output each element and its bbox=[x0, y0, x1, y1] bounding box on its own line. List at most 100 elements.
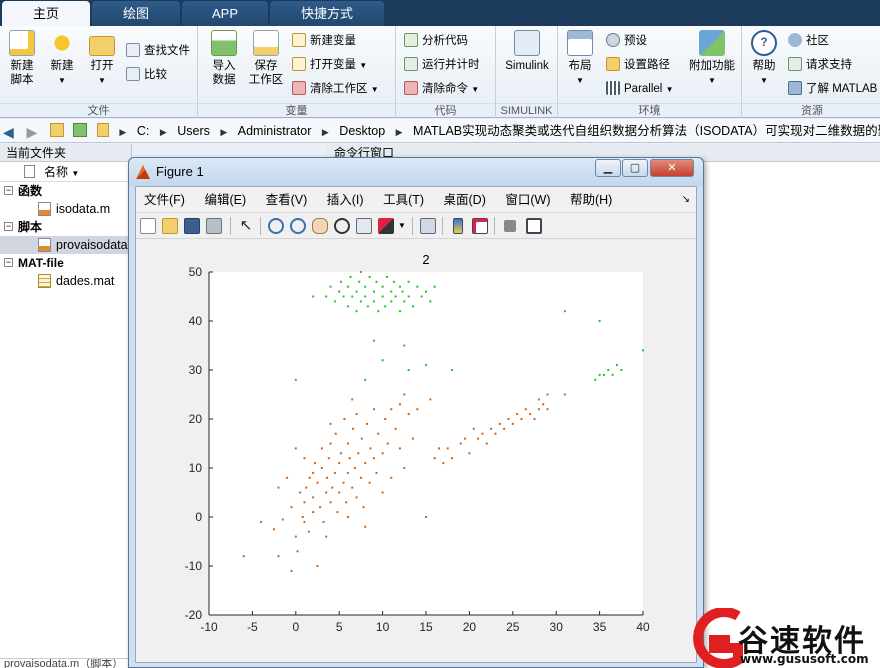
current-folder-title: 当前文件夹 bbox=[0, 144, 131, 162]
data-point bbox=[429, 398, 432, 401]
breadcrumb-item[interactable]: Administrator bbox=[238, 119, 312, 142]
data-point bbox=[407, 295, 410, 298]
menu-file[interactable]: 文件(F) bbox=[144, 187, 185, 213]
browse-folder-icon[interactable] bbox=[73, 123, 88, 137]
learn-matlab-button[interactable]: 了解 MATLAB bbox=[788, 80, 877, 98]
data-point bbox=[299, 491, 302, 494]
legend-icon[interactable] bbox=[472, 218, 488, 234]
ribbon: 新建 脚本 新建 ▼ 打开 ▼ 查找文件 比较 文件 导入 数据 保存 工作区 新建… bbox=[0, 26, 880, 118]
forward-arrow-icon[interactable]: ▶ bbox=[26, 125, 40, 139]
back-arrow-icon[interactable]: ◀ bbox=[3, 125, 17, 139]
save-workspace-button[interactable]: 保存 工作区 bbox=[246, 30, 286, 87]
addons-button[interactable]: 附加功能 ▼ bbox=[686, 30, 738, 88]
new-script-button[interactable]: 新建 脚本 bbox=[4, 30, 40, 87]
import-data-button[interactable]: 导入 数据 bbox=[206, 30, 242, 87]
data-point bbox=[385, 275, 388, 278]
collapse-icon[interactable]: − bbox=[4, 258, 13, 267]
data-point bbox=[425, 364, 427, 367]
group-simulink-label: SIMULINK bbox=[496, 103, 557, 117]
menu-edit[interactable]: 编辑(E) bbox=[204, 187, 246, 213]
maximize-button[interactable]: ▢ bbox=[622, 159, 648, 177]
figure-window[interactable]: Figure 1 ▁ ▢ ✕ 文件(F) 编辑(E) 查看(V) 插入(I) 工… bbox=[128, 157, 704, 668]
menu-tools[interactable]: 工具(T) bbox=[383, 187, 424, 213]
minimize-button[interactable]: ▁ bbox=[595, 159, 621, 177]
data-point bbox=[360, 437, 363, 440]
breadcrumb-item[interactable]: Users bbox=[177, 119, 210, 142]
close-button[interactable]: ✕ bbox=[650, 159, 694, 177]
pointer-icon[interactable]: ↖ bbox=[238, 218, 254, 234]
data-point bbox=[425, 290, 427, 293]
tab-plots[interactable]: 绘图 bbox=[92, 1, 180, 26]
breadcrumb-item[interactable]: MATLAB实现动态聚类或迭代自组织数据分析算法（ISODATA）可实现对二维数… bbox=[413, 119, 880, 142]
pan-hand-icon[interactable] bbox=[312, 218, 328, 234]
save-icon[interactable] bbox=[184, 218, 200, 234]
file-item[interactable]: dades.mat bbox=[0, 272, 131, 290]
community-button[interactable]: 社区 bbox=[788, 32, 829, 50]
brush-icon[interactable] bbox=[378, 218, 394, 234]
open-button[interactable]: 打开 ▼ bbox=[84, 30, 120, 88]
data-point bbox=[594, 378, 597, 381]
section-matfiles[interactable]: − MAT-file bbox=[0, 254, 131, 272]
breadcrumb-item[interactable]: C: bbox=[137, 119, 150, 142]
rotate-3d-icon[interactable] bbox=[334, 218, 350, 234]
layout-button[interactable]: 布局 ▼ bbox=[562, 30, 598, 88]
data-point bbox=[620, 369, 623, 371]
x-tick-label: 40 bbox=[636, 620, 650, 634]
show-plot-tools-icon[interactable] bbox=[526, 218, 542, 234]
toolbar-separator bbox=[260, 217, 261, 235]
data-cursor-icon[interactable] bbox=[356, 218, 372, 234]
set-path-button[interactable]: 设置路径 bbox=[606, 56, 670, 74]
section-scripts[interactable]: − 脚本 bbox=[0, 218, 131, 236]
print-icon[interactable] bbox=[206, 218, 222, 234]
preferences-button[interactable]: 预设 bbox=[606, 32, 647, 50]
collapse-icon[interactable]: − bbox=[4, 186, 13, 195]
up-folder-icon[interactable] bbox=[49, 123, 64, 137]
parallel-button[interactable]: Parallel ▼ bbox=[606, 80, 673, 98]
run-and-time-button[interactable]: 运行并计时 bbox=[404, 56, 480, 74]
clear-commands-label: 清除命令 bbox=[422, 83, 468, 95]
folder-root-icon[interactable] bbox=[96, 123, 109, 137]
menubar-arrow-icon[interactable]: ↘ bbox=[682, 187, 690, 213]
menu-help[interactable]: 帮助(H) bbox=[570, 187, 612, 213]
simulink-button[interactable]: Simulink bbox=[500, 30, 554, 73]
data-point bbox=[511, 422, 514, 425]
file-item[interactable]: isodata.m bbox=[0, 200, 131, 218]
figure-menubar: 文件(F) 编辑(E) 查看(V) 插入(I) 工具(T) 桌面(D) 窗口(W… bbox=[136, 187, 696, 213]
colorbar-icon[interactable] bbox=[453, 218, 463, 234]
zoom-in-icon[interactable] bbox=[268, 218, 284, 234]
zoom-out-icon[interactable] bbox=[290, 218, 306, 234]
request-support-button[interactable]: 请求支持 bbox=[788, 56, 852, 74]
tab-home[interactable]: 主页 bbox=[2, 1, 90, 26]
hide-plot-tools-icon[interactable] bbox=[504, 220, 516, 232]
name-column-header[interactable]: 名称 ▼ bbox=[0, 162, 131, 182]
file-item[interactable]: provaisodata.m bbox=[0, 236, 131, 254]
new-variable-button[interactable]: 新建变量 bbox=[292, 32, 356, 50]
breadcrumb-item[interactable]: Desktop bbox=[339, 119, 385, 142]
tab-shortcuts[interactable]: 快捷方式 bbox=[270, 1, 384, 26]
section-label: MAT-file bbox=[18, 256, 64, 270]
toolbar-separator bbox=[412, 217, 413, 235]
clear-workspace-button[interactable]: 清除工作区 ▼ bbox=[292, 80, 379, 98]
section-functions[interactable]: − 函数 bbox=[0, 182, 131, 200]
new-button[interactable]: 新建 ▼ bbox=[44, 30, 80, 88]
find-files-button[interactable]: 查找文件 bbox=[126, 42, 190, 60]
brush-dropdown-icon[interactable]: ▼ bbox=[398, 221, 406, 230]
menu-insert[interactable]: 插入(I) bbox=[327, 187, 364, 213]
figure-titlebar[interactable]: Figure 1 ▁ ▢ ✕ bbox=[129, 158, 703, 186]
open-file-icon[interactable] bbox=[162, 218, 178, 234]
help-button[interactable]: ? 帮助 ▼ bbox=[748, 30, 780, 88]
tab-apps[interactable]: APP bbox=[182, 1, 268, 26]
menu-window[interactable]: 窗口(W) bbox=[505, 187, 550, 213]
new-figure-icon[interactable] bbox=[140, 218, 156, 234]
collapse-icon[interactable]: − bbox=[4, 222, 13, 231]
menu-view[interactable]: 查看(V) bbox=[266, 187, 308, 213]
data-point bbox=[503, 427, 506, 430]
data-point bbox=[446, 447, 449, 450]
link-plot-icon[interactable] bbox=[420, 218, 436, 234]
analyze-code-button[interactable]: 分析代码 bbox=[404, 32, 468, 50]
data-point bbox=[351, 295, 354, 298]
clear-commands-button[interactable]: 清除命令 ▼ bbox=[404, 80, 479, 98]
open-variable-button[interactable]: 打开变量 ▼ bbox=[292, 56, 367, 74]
compare-button[interactable]: 比较 bbox=[126, 66, 167, 84]
menu-desktop[interactable]: 桌面(D) bbox=[444, 187, 486, 213]
